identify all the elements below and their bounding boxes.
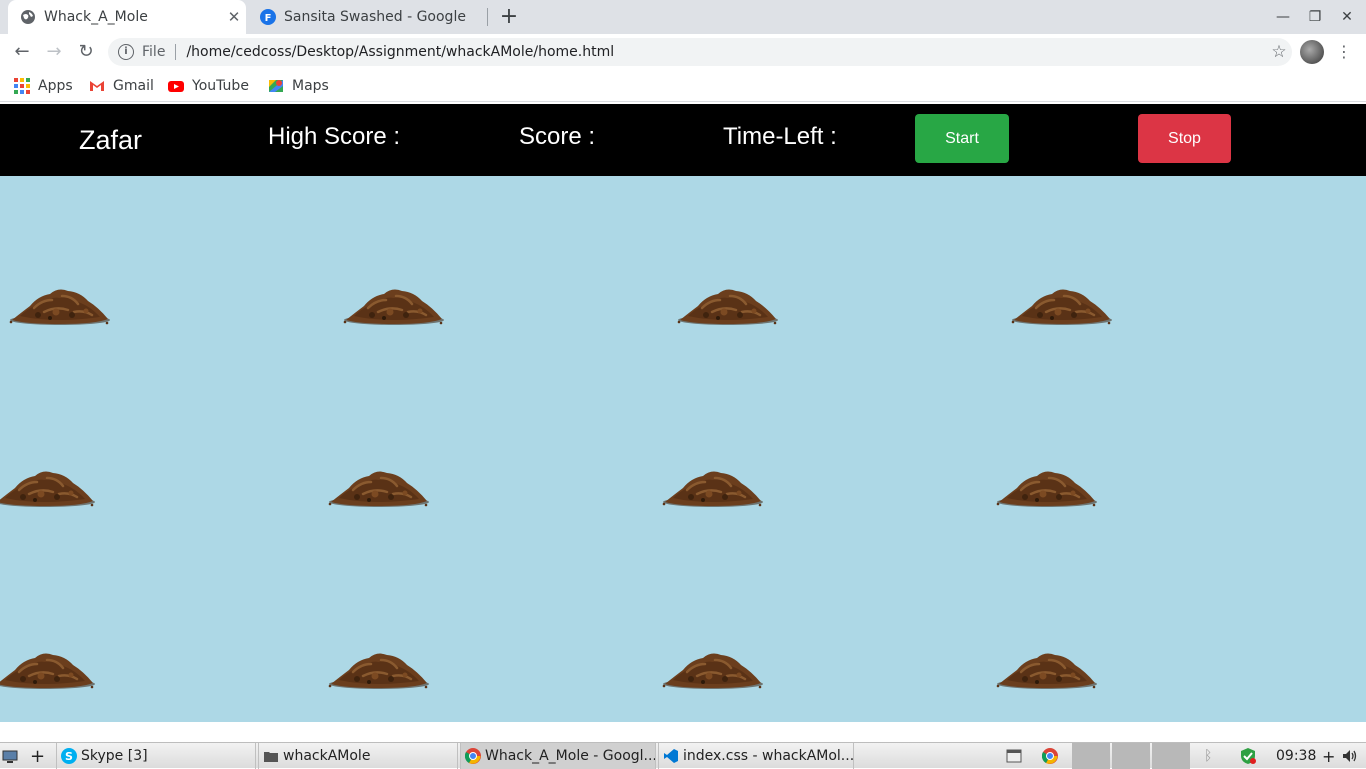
- svg-text:S: S: [65, 750, 73, 763]
- apps-grid-icon: [14, 78, 30, 94]
- workspace-2[interactable]: [1112, 743, 1150, 769]
- mole-hole[interactable]: [0, 464, 97, 510]
- clock: 09:38: [1276, 748, 1316, 764]
- taskbar-label: index.css - whackAMol...: [683, 748, 854, 764]
- bookmark-label: Apps: [38, 78, 73, 94]
- back-icon[interactable]: ←: [10, 40, 34, 64]
- menu-kebab-icon[interactable]: ⋮: [1336, 40, 1352, 64]
- mole-hole[interactable]: [327, 464, 431, 510]
- globe-icon: [21, 10, 35, 24]
- mole-hole[interactable]: [342, 282, 446, 328]
- bookmark-youtube[interactable]: YouTube: [168, 76, 249, 96]
- profile-avatar[interactable]: [1300, 40, 1324, 64]
- volume-icon[interactable]: [1342, 743, 1362, 769]
- taskbar-label: whackAMole: [283, 748, 371, 764]
- tab-title: Sansita Swashed - Google: [284, 9, 466, 25]
- player-name: Zafar: [79, 125, 143, 155]
- close-window-icon[interactable]: ✕: [1332, 5, 1362, 29]
- bookmark-label: Gmail: [113, 78, 154, 94]
- reload-icon[interactable]: ↻: [74, 40, 98, 64]
- address-separator: [175, 44, 177, 60]
- mole-hole[interactable]: [995, 464, 1099, 510]
- time-left-label: Time-Left :: [723, 123, 837, 150]
- bookmark-gmail[interactable]: Gmail: [89, 76, 154, 96]
- high-score-label: High Score :: [268, 123, 401, 150]
- gmail-icon: [90, 81, 104, 91]
- address-bar[interactable]: i File /home/cedcoss/Desktop/Assignment/…: [108, 38, 1292, 66]
- minimize-icon[interactable]: —: [1268, 5, 1298, 29]
- mole-hole[interactable]: [995, 646, 1099, 692]
- browser-toolbar: ← → ↻ i File /home/cedcoss/Desktop/Assig…: [0, 34, 1366, 70]
- mole-hole[interactable]: [661, 646, 765, 692]
- url-text[interactable]: /home/cedcoss/Desktop/Assignment/whackAM…: [186, 44, 1266, 60]
- add-icon[interactable]: +: [1322, 743, 1334, 769]
- bookmark-label: Maps: [292, 78, 329, 94]
- taskbar-label: Whack_A_Mole - Googl...: [485, 748, 656, 764]
- taskbar-skype[interactable]: S Skype [3]: [56, 743, 256, 769]
- game-field: [0, 176, 1366, 722]
- youtube-icon: [168, 81, 184, 92]
- mole-hole[interactable]: [1010, 282, 1114, 328]
- chrome-icon: [465, 748, 481, 764]
- workspace-1[interactable]: [1072, 743, 1110, 769]
- mole-hole[interactable]: [327, 646, 431, 692]
- window-list-icon[interactable]: [1006, 743, 1030, 769]
- bookmark-maps[interactable]: Maps: [268, 76, 329, 96]
- google-fonts-icon: F: [260, 9, 276, 25]
- start-button[interactable]: Start: [915, 114, 1009, 163]
- bookmark-apps[interactable]: Apps: [14, 76, 73, 96]
- taskbar-label: Skype [3]: [81, 748, 148, 764]
- close-tab-icon[interactable]: ✕: [222, 8, 246, 26]
- scheme-label: File: [142, 44, 166, 60]
- tab-separator: [487, 8, 488, 26]
- tab-whack-a-mole[interactable]: Whack_A_Mole ✕: [8, 0, 246, 34]
- taskbar: + S Skype [3] whackAMole Whack_A_Mole - …: [0, 742, 1366, 769]
- mole-hole[interactable]: [8, 282, 112, 328]
- stop-button[interactable]: Stop: [1138, 114, 1231, 163]
- vscode-icon: [664, 749, 678, 763]
- tab-sansita-swashed[interactable]: F Sansita Swashed - Google: [250, 0, 486, 34]
- show-desktop-icon[interactable]: [2, 743, 24, 769]
- game-header: Zafar High Score : Score : Time-Left : S…: [0, 104, 1366, 176]
- mole-hole[interactable]: [676, 282, 780, 328]
- restore-icon[interactable]: ❐: [1300, 5, 1330, 29]
- taskbar-whackamole-folder[interactable]: whackAMole: [258, 743, 458, 769]
- taskbar-chrome[interactable]: Whack_A_Mole - Googl...: [460, 743, 656, 769]
- chrome-tray-icon[interactable]: [1042, 743, 1062, 769]
- bluetooth-icon[interactable]: ᛒ: [1204, 743, 1218, 769]
- tab-title: Whack_A_Mole: [44, 9, 148, 25]
- bookmark-label: YouTube: [192, 78, 249, 94]
- workspace-3[interactable]: [1152, 743, 1190, 769]
- taskbar-vscode[interactable]: index.css - whackAMol...: [658, 743, 854, 769]
- score-label: Score :: [519, 123, 596, 150]
- mole-hole[interactable]: [661, 464, 765, 510]
- tab-strip: Whack_A_Mole ✕ F Sansita Swashed - Googl…: [0, 0, 1366, 34]
- add-panel-icon[interactable]: +: [30, 743, 46, 769]
- new-tab-button[interactable]: +: [497, 4, 521, 30]
- skype-icon: S: [61, 748, 77, 764]
- maps-icon: [269, 80, 283, 92]
- svg-text:F: F: [265, 13, 272, 24]
- info-icon[interactable]: i: [118, 44, 134, 60]
- folder-icon: [264, 752, 278, 762]
- forward-icon[interactable]: →: [42, 40, 66, 64]
- update-shield-icon[interactable]: [1240, 743, 1262, 769]
- bookmarks-bar: Apps Gmail YouTube Maps: [0, 70, 1366, 102]
- mole-hole[interactable]: [0, 646, 97, 692]
- bookmark-star-icon[interactable]: ☆: [1266, 42, 1292, 62]
